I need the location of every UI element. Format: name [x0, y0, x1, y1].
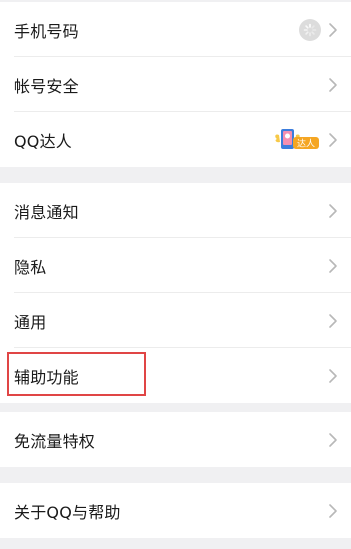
badge-text: 达人 [297, 137, 315, 149]
settings-item-label: 免流量特权 [14, 431, 96, 451]
settings-item-label: QQ达人 [14, 131, 72, 151]
chevron-right-icon [329, 22, 337, 37]
settings-item-accessibility[interactable]: 辅助功能 [0, 348, 351, 403]
settings-item-label: 手机号码 [14, 21, 79, 41]
settings-screen: 手机号码 帐号安全 QQ达人 达人 消息通知 隐私 通用 辅助功能 免流量特权 … [0, 0, 351, 549]
settings-item-notifications[interactable]: 消息通知 [0, 183, 351, 238]
settings-item-label: 关于QQ与帮助 [14, 502, 121, 522]
settings-item-phone-number[interactable]: 手机号码 [0, 2, 351, 57]
settings-item-privacy[interactable]: 隐私 [0, 238, 351, 293]
settings-item-data-free[interactable]: 免流量特权 [0, 412, 351, 467]
loading-spinner-icon [299, 18, 321, 41]
chevron-right-icon [329, 203, 337, 218]
settings-group-general: 消息通知 隐私 通用 辅助功能 [0, 183, 351, 403]
settings-item-label: 通用 [14, 312, 47, 332]
settings-item-label: 辅助功能 [14, 367, 79, 387]
settings-item-general[interactable]: 通用 [0, 293, 351, 348]
chevron-right-icon [329, 77, 337, 92]
settings-item-qq-expert[interactable]: QQ达人 达人 [0, 112, 351, 167]
chevron-right-icon [329, 503, 337, 518]
settings-group-account: 手机号码 帐号安全 QQ达人 达人 [0, 2, 351, 167]
settings-group-about: 关于QQ与帮助 [0, 483, 351, 538]
settings-item-about-help[interactable]: 关于QQ与帮助 [0, 483, 351, 538]
qq-expert-badge-icon: 达人 [275, 128, 319, 149]
chevron-right-icon [329, 132, 337, 147]
settings-item-account-security[interactable]: 帐号安全 [0, 57, 351, 112]
chevron-right-icon [329, 313, 337, 328]
settings-group-data: 免流量特权 [0, 412, 351, 467]
settings-item-label: 消息通知 [14, 202, 79, 222]
settings-item-label: 帐号安全 [14, 76, 79, 96]
settings-item-label: 隐私 [14, 257, 47, 277]
chevron-right-icon [329, 432, 337, 447]
chevron-right-icon [329, 258, 337, 273]
chevron-right-icon [329, 368, 337, 383]
